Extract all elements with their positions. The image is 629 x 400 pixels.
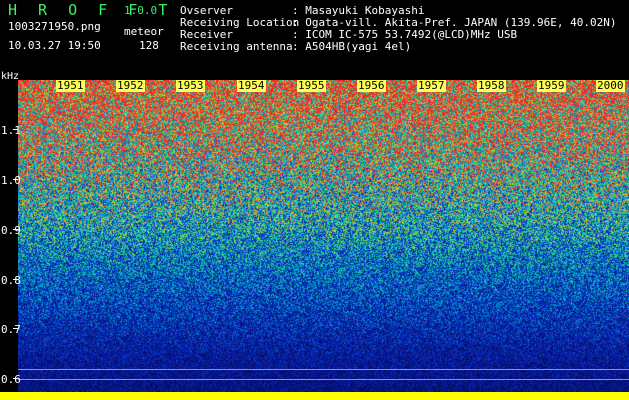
reference-line-upper [18, 369, 629, 370]
y-tick-label-5: 0.7 [1, 323, 21, 336]
y-tick-mark-4 [13, 279, 18, 280]
antenna-label: Receiving antenna [180, 40, 293, 53]
time-label-4: 1954 [237, 79, 266, 92]
time-label-2: 1952 [116, 79, 145, 92]
y-axis-unit: kHz [1, 71, 20, 82]
header-panel: H R O F F T 1.0.0 1003271950.png 10.03.2… [0, 0, 629, 82]
meteor-label: meteor [124, 25, 164, 38]
time-label-6: 1956 [357, 79, 386, 92]
y-tick-mark-6 [13, 378, 18, 379]
time-label-1: 1951 [56, 79, 85, 92]
y-tick-label-2: 1.0 [1, 174, 21, 187]
signal-level-bar [0, 392, 629, 400]
antenna-value: : A504HB(yagi 4el) [292, 40, 412, 53]
time-label-9: 1959 [537, 79, 566, 92]
receiver-value: : ICOM IC-575 53.7492(@LCD)MHz USB [292, 28, 518, 41]
file-name: 1003271950.png [8, 20, 101, 33]
y-tick-label-3: 0.9 [1, 224, 21, 237]
time-label-8: 1958 [477, 79, 506, 92]
time-label-3: 1953 [176, 79, 205, 92]
reference-line-lower [18, 379, 629, 380]
observer-value: : Masayuki Kobayashi [292, 4, 425, 17]
y-tick-mark-3 [13, 229, 18, 230]
location-value: : Ogata-vill. Akita-Pref. JAPAN (139.96E… [292, 16, 617, 29]
y-tick-mark-2 [13, 179, 18, 180]
file-datetime: 10.03.27 19:50 [8, 39, 101, 52]
y-tick-label-4: 0.8 [1, 274, 21, 287]
spectrogram-area [18, 80, 629, 392]
location-label: Receiving Location [180, 16, 300, 29]
receiver-label: Receiver [180, 28, 233, 41]
y-tick-label-6: 0.6 [1, 373, 21, 386]
y-tick-label-1: 1.1 [1, 124, 21, 137]
time-label-7: 1957 [417, 79, 446, 92]
time-label-10: 2000 [596, 79, 625, 92]
observer-label: Ovserver [180, 4, 233, 17]
y-tick-mark-5 [13, 328, 18, 329]
meteor-count: 128 [139, 39, 159, 52]
y-tick-mark-1 [13, 129, 18, 130]
time-label-5: 1955 [297, 79, 326, 92]
spectrogram-canvas [18, 80, 629, 392]
app-version: 1.0.0 [124, 4, 158, 17]
